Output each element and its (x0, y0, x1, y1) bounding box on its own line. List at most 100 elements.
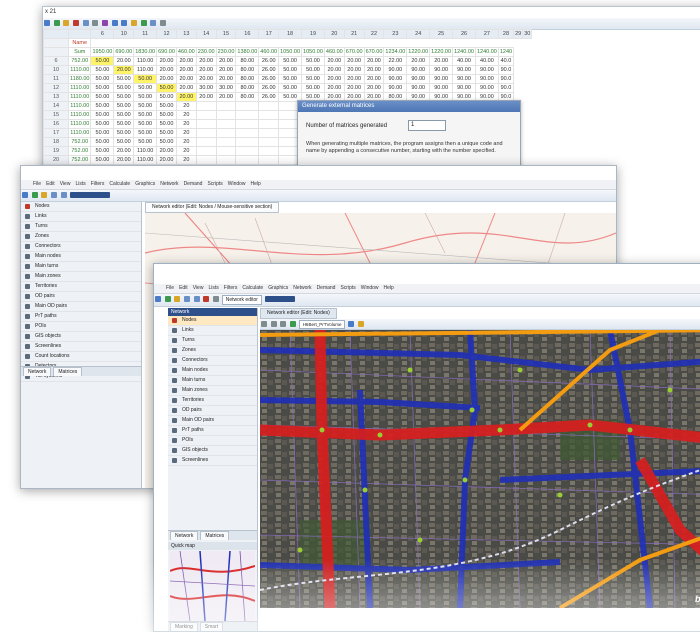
layer-dropdown[interactable]: H6Bert_PrTVolume (298, 320, 346, 329)
matrix-cell[interactable] (258, 119, 280, 129)
matrix-cell[interactable]: 110.00 (133, 155, 158, 165)
panel-item[interactable]: GIS objects (168, 446, 257, 456)
matrix-cell[interactable]: 50.00 (113, 110, 135, 120)
matrix-cell[interactable]: 30.00 (195, 83, 217, 93)
minus-icon[interactable] (121, 20, 128, 26)
matrix-cell[interactable]: 50.00 (113, 92, 135, 102)
menu-item-file[interactable]: File (166, 285, 174, 291)
matrix-cell[interactable]: 20.00 (195, 92, 217, 102)
matrix-cell[interactable]: 20 (175, 119, 197, 129)
matrix-cell[interactable]: 50.00 (156, 137, 177, 147)
matrix-cell[interactable]: 20.00 (156, 56, 177, 66)
matrix-cell[interactable] (215, 146, 237, 156)
matrix-cell[interactable]: 20 (175, 110, 197, 120)
menu-item-calculate[interactable]: Calculate (242, 285, 263, 291)
matrix-cell[interactable]: 20.00 (343, 65, 365, 75)
matrix-cell[interactable] (215, 128, 237, 138)
filter-icon[interactable] (203, 296, 210, 302)
matrix-cell[interactable]: 20.00 (175, 83, 197, 93)
matrix-cell[interactable]: 20 (175, 146, 197, 156)
panel-item[interactable]: Territories (168, 396, 257, 406)
generate-matrices-dialog[interactable]: Generate external matrices Number of mat… (297, 100, 521, 175)
matrix-cell[interactable]: 50.00 (90, 119, 115, 129)
menu-item-help[interactable]: Help (251, 181, 261, 187)
matrix-cell[interactable]: 50.00 (113, 137, 135, 147)
panel-item[interactable]: Screenlines (21, 342, 141, 352)
layer-icon[interactable] (348, 321, 355, 327)
matrix-cell[interactable]: 20.00 (363, 56, 385, 66)
menu-item-lists[interactable]: Lists (75, 181, 85, 187)
save-icon[interactable] (53, 20, 60, 26)
matrix-cell[interactable]: 50.00 (113, 74, 135, 84)
panel-item[interactable]: Territories (21, 282, 141, 292)
matrix-cell[interactable]: 50.00 (301, 56, 325, 66)
panel-item[interactable]: Connectors (21, 242, 141, 252)
matrix-cell[interactable] (235, 110, 260, 120)
redo-icon[interactable] (193, 296, 200, 302)
network-editor-doc-tab[interactable]: Network editor (Edit: Nodes) (260, 308, 337, 319)
menu-item-view[interactable]: View (60, 181, 71, 187)
matrix-cell[interactable] (215, 155, 237, 165)
panel-item[interactable]: OD pairs (21, 292, 141, 302)
menu-item-lists[interactable]: Lists (208, 285, 218, 291)
matrix-cell[interactable] (195, 101, 217, 111)
matrix-cell[interactable]: 90.0 (497, 83, 515, 93)
panel-item[interactable]: OD pairs (168, 406, 257, 416)
matrix-cell[interactable] (258, 146, 280, 156)
row-sum-cell[interactable]: 1110.00 (67, 110, 92, 120)
copy-icon[interactable] (92, 20, 99, 26)
matrix-cell[interactable]: 20.00 (113, 155, 135, 165)
matrix-cell[interactable]: 20.00 (215, 56, 237, 66)
matrix-cell[interactable]: 50.00 (90, 128, 115, 138)
matrix-cell[interactable]: 110.00 (133, 146, 158, 156)
panel-item[interactable]: Count locations (21, 352, 141, 362)
row-sum-cell[interactable]: 752.00 (67, 56, 92, 66)
filter-icon[interactable] (63, 20, 70, 26)
graphic-icon[interactable] (357, 321, 364, 327)
panel-item[interactable]: Main turns (21, 262, 141, 272)
matrix-cell[interactable]: 20.00 (343, 56, 365, 66)
zoom-in-icon[interactable] (270, 321, 277, 327)
matrix-cell[interactable] (215, 110, 237, 120)
matrix-cell[interactable]: 50.00 (133, 101, 158, 111)
matrix-cell[interactable]: 20.00 (195, 56, 217, 66)
redo-icon[interactable] (60, 192, 67, 198)
menu-item-filters[interactable]: Filters (224, 285, 238, 291)
panel-item[interactable]: Zones (21, 232, 141, 242)
matrix-cell[interactable]: 26.00 (258, 65, 280, 75)
matrix-cell[interactable]: 50.00 (156, 83, 177, 93)
tab-marking[interactable]: Marking (170, 622, 198, 631)
matrix-cell[interactable]: 50.00 (90, 101, 115, 111)
folder-icon[interactable] (174, 296, 181, 302)
matrix-cell[interactable] (195, 128, 217, 138)
matrix-cell[interactable]: 90.00 (383, 83, 408, 93)
matrix-cell[interactable]: 90.00 (452, 65, 476, 75)
menu-item-network[interactable]: Network (293, 285, 311, 291)
tab-smart[interactable]: Smart (199, 622, 224, 631)
matrix-cell[interactable] (195, 119, 217, 129)
menu-item-help[interactable]: Help (384, 285, 394, 291)
matrix-cell[interactable]: 20.00 (175, 92, 197, 102)
menu-item-calculate[interactable]: Calculate (109, 181, 130, 187)
matrix-cell[interactable]: 50.00 (133, 74, 158, 84)
matrix-cell[interactable]: 20.00 (323, 83, 345, 93)
save-icon[interactable] (164, 296, 171, 302)
refresh-icon[interactable] (290, 321, 297, 327)
matrix-cell[interactable]: 50.00 (278, 74, 303, 84)
panel-item[interactable]: POIs (168, 436, 257, 446)
matrix-cell[interactable]: 20.00 (429, 56, 454, 66)
matrix-cell[interactable]: 80.00 (235, 92, 260, 102)
matrix-cell[interactable]: 22.00 (383, 56, 408, 66)
matrix-cell[interactable]: 50.00 (113, 128, 135, 138)
matrix-cell[interactable]: 40.0 (497, 56, 515, 66)
row-sum-cell[interactable]: 1110.00 (67, 101, 92, 111)
panel-item[interactable]: Connectors (168, 356, 257, 366)
matrix-cell[interactable]: 50.00 (133, 83, 158, 93)
matrix-cell[interactable]: 90.00 (474, 83, 499, 93)
matrix-cell[interactable]: 50.00 (90, 146, 115, 156)
matrix-cell[interactable]: 20.00 (363, 83, 385, 93)
matrix-cell[interactable]: 20.00 (343, 74, 365, 84)
matrix-cell[interactable]: 20.00 (323, 56, 345, 66)
matrix-cell[interactable] (235, 137, 260, 147)
matrix-cell[interactable] (258, 155, 280, 165)
